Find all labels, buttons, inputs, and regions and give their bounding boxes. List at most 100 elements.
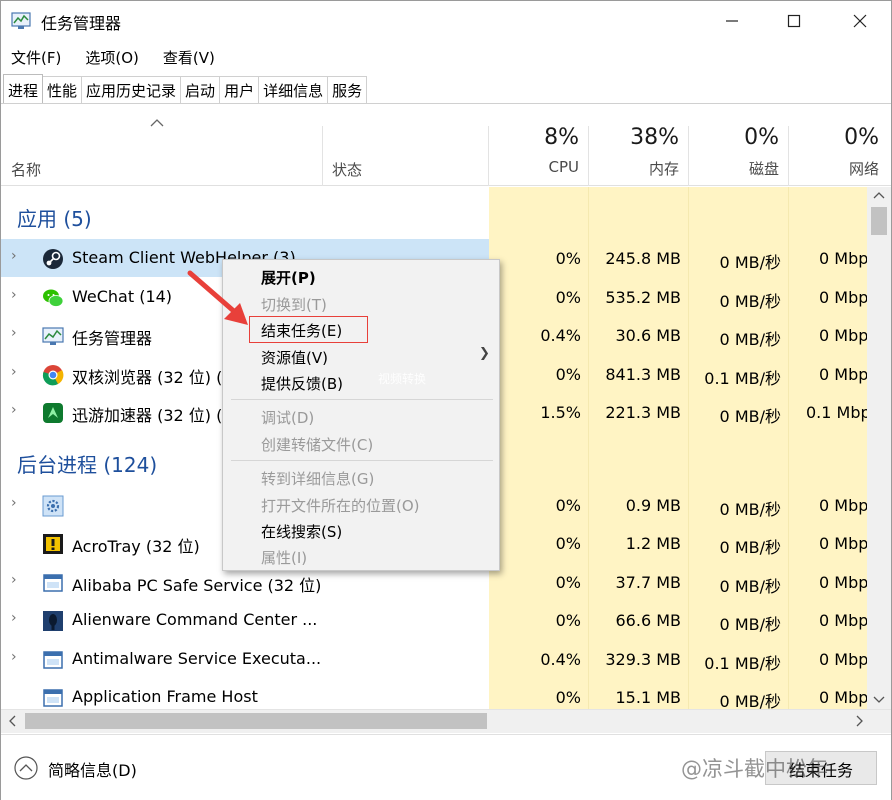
expand-chevron-icon[interactable]: › xyxy=(11,495,17,511)
expand-chevron-icon[interactable]: › xyxy=(11,248,17,264)
ctx-open-file-location: 打开文件所在的位置(O) xyxy=(261,497,420,515)
table-row[interactable]: › Antimalware Service Executa... 0.4% 32… xyxy=(1,640,867,678)
expand-chevron-icon[interactable]: › xyxy=(11,610,17,626)
network-value: 0 Mbps xyxy=(819,365,867,384)
process-name: Alibaba PC Safe Service (32 位) xyxy=(72,576,322,595)
memory-value: 15.1 MB xyxy=(615,688,682,707)
menu-view[interactable]: 查看(V) xyxy=(153,43,225,71)
process-name: Antimalware Service Executa... xyxy=(72,649,322,668)
cpu-label: CPU xyxy=(548,158,580,176)
vertical-scroll-thumb[interactable] xyxy=(871,207,887,235)
ctx-resource-values[interactable]: 资源值(V) xyxy=(261,347,328,368)
cpu-value: 0% xyxy=(555,688,581,707)
scroll-up-icon[interactable] xyxy=(871,191,887,201)
scroll-right-icon[interactable] xyxy=(853,714,865,728)
process-name: 任务管理器 xyxy=(72,329,153,348)
menu-divider xyxy=(231,399,493,400)
maximize-icon xyxy=(787,14,801,28)
scroll-down-icon[interactable] xyxy=(871,694,887,704)
expand-chevron-icon[interactable]: › xyxy=(11,402,17,418)
fewer-details-link[interactable]: 简略信息(D) xyxy=(48,757,137,781)
tab-details[interactable]: 详细信息 xyxy=(259,76,329,104)
scroll-left-icon[interactable] xyxy=(7,714,19,728)
network-value: 0.1 Mbps xyxy=(806,403,867,422)
process-name: 迅游加速器 (32 位) ( xyxy=(72,406,223,425)
collapse-details-icon[interactable] xyxy=(13,755,39,781)
ctx-properties: 属性(I) xyxy=(261,549,308,567)
group-apps: 应用 (5) xyxy=(17,207,92,231)
cpu-value: 0% xyxy=(555,496,581,515)
disk-value: 0 MB/秒 xyxy=(719,407,781,426)
memory-value: 221.3 MB xyxy=(605,403,681,422)
tab-bar: 进程 性能 应用历史记录 启动 用户 详细信息 服务 xyxy=(3,74,368,104)
vertical-scrollbar[interactable] xyxy=(867,187,891,709)
memory-value: 841.3 MB xyxy=(605,365,681,384)
menu-divider xyxy=(231,460,493,461)
disk-value: 0.1 MB/秒 xyxy=(704,654,781,673)
header-memory[interactable]: 38% 内存 xyxy=(579,125,679,179)
network-value: 0 Mbps xyxy=(819,650,867,669)
expand-chevron-icon[interactable]: › xyxy=(11,287,17,303)
memory-value: 30.6 MB xyxy=(615,326,682,345)
menu-bar: 文件(F) 选项(O) 查看(V) xyxy=(1,43,229,71)
network-value: 0 Mbps xyxy=(819,249,867,268)
sort-ascending-icon[interactable] xyxy=(149,118,165,128)
tab-startup[interactable]: 启动 xyxy=(181,76,221,104)
ctx-create-dump: 创建转储文件(C) xyxy=(261,436,374,454)
close-icon xyxy=(853,14,867,28)
menu-file[interactable]: 文件(F) xyxy=(1,43,71,71)
header-disk[interactable]: 0% 磁盘 xyxy=(679,125,779,179)
ctx-search-online[interactable]: 在线搜索(S) xyxy=(261,521,342,542)
cpu-value: 0% xyxy=(555,611,581,630)
memory-value: 1.2 MB xyxy=(625,534,681,553)
cpu-value: 0% xyxy=(555,249,581,268)
process-name: WeChat (14) xyxy=(72,287,173,306)
expand-chevron-icon[interactable]: › xyxy=(11,325,17,341)
header-status[interactable]: 状态 xyxy=(332,159,362,180)
memory-value: 329.3 MB xyxy=(605,650,681,669)
tab-processes[interactable]: 进程 xyxy=(3,74,44,104)
process-name: AcroTray (32 位) xyxy=(72,537,200,556)
table-row[interactable]: Application Frame Host 0% 15.1 MB 0 MB/秒… xyxy=(1,678,867,709)
expand-chevron-icon[interactable]: › xyxy=(11,364,17,380)
maximize-button[interactable] xyxy=(765,1,823,41)
window-title: 任务管理器 xyxy=(41,14,122,33)
title-bar[interactable]: 任务管理器 xyxy=(1,1,891,41)
header-name[interactable]: 名称 xyxy=(11,159,41,180)
minimize-button[interactable] xyxy=(703,1,761,41)
disk-value: 0 MB/秒 xyxy=(719,615,781,634)
network-value: 0 Mbps xyxy=(819,573,867,592)
header-separator xyxy=(322,126,323,186)
cpu-value: 0% xyxy=(555,534,581,553)
close-button[interactable] xyxy=(831,1,889,41)
disk-value: 0.1 MB/秒 xyxy=(704,369,781,388)
service-icon xyxy=(43,689,63,707)
horizontal-scroll-thumb[interactable] xyxy=(25,713,487,729)
ctx-feedback[interactable]: 提供反馈(B) xyxy=(261,373,343,394)
process-name: Alienware Command Center ... xyxy=(72,610,318,629)
alienware-icon xyxy=(43,611,63,631)
ctx-expand[interactable]: 展开(P) xyxy=(261,267,316,288)
memory-value: 245.8 MB xyxy=(605,249,681,268)
header-cpu[interactable]: 8% CPU xyxy=(479,125,579,176)
process-name: 双核浏览器 (32 位) ( xyxy=(72,368,223,387)
tab-services[interactable]: 服务 xyxy=(328,76,368,104)
tab-app-history[interactable]: 应用历史记录 xyxy=(82,76,182,104)
menu-options[interactable]: 选项(O) xyxy=(75,43,149,71)
expand-chevron-icon[interactable]: › xyxy=(11,572,17,588)
disk-label: 磁盘 xyxy=(748,160,779,178)
network-total: 0% xyxy=(844,125,879,150)
memory-value: 0.9 MB xyxy=(625,496,681,515)
task-manager-icon xyxy=(42,327,64,345)
tab-users[interactable]: 用户 xyxy=(220,76,260,104)
overlay-watermark: 视频转换 xyxy=(378,372,427,386)
disk-value: 0 MB/秒 xyxy=(719,500,781,519)
tab-performance[interactable]: 性能 xyxy=(43,76,83,104)
expand-chevron-icon[interactable]: › xyxy=(11,649,17,665)
network-label: 网络 xyxy=(848,160,879,178)
annotation-arrow-icon xyxy=(187,270,248,325)
disk-value: 0 MB/秒 xyxy=(719,692,781,709)
memory-value: 66.6 MB xyxy=(615,611,682,630)
header-network[interactable]: 0% 网络 xyxy=(779,125,879,179)
table-row[interactable]: › Alienware Command Center ... 0% 66.6 M… xyxy=(1,601,867,639)
